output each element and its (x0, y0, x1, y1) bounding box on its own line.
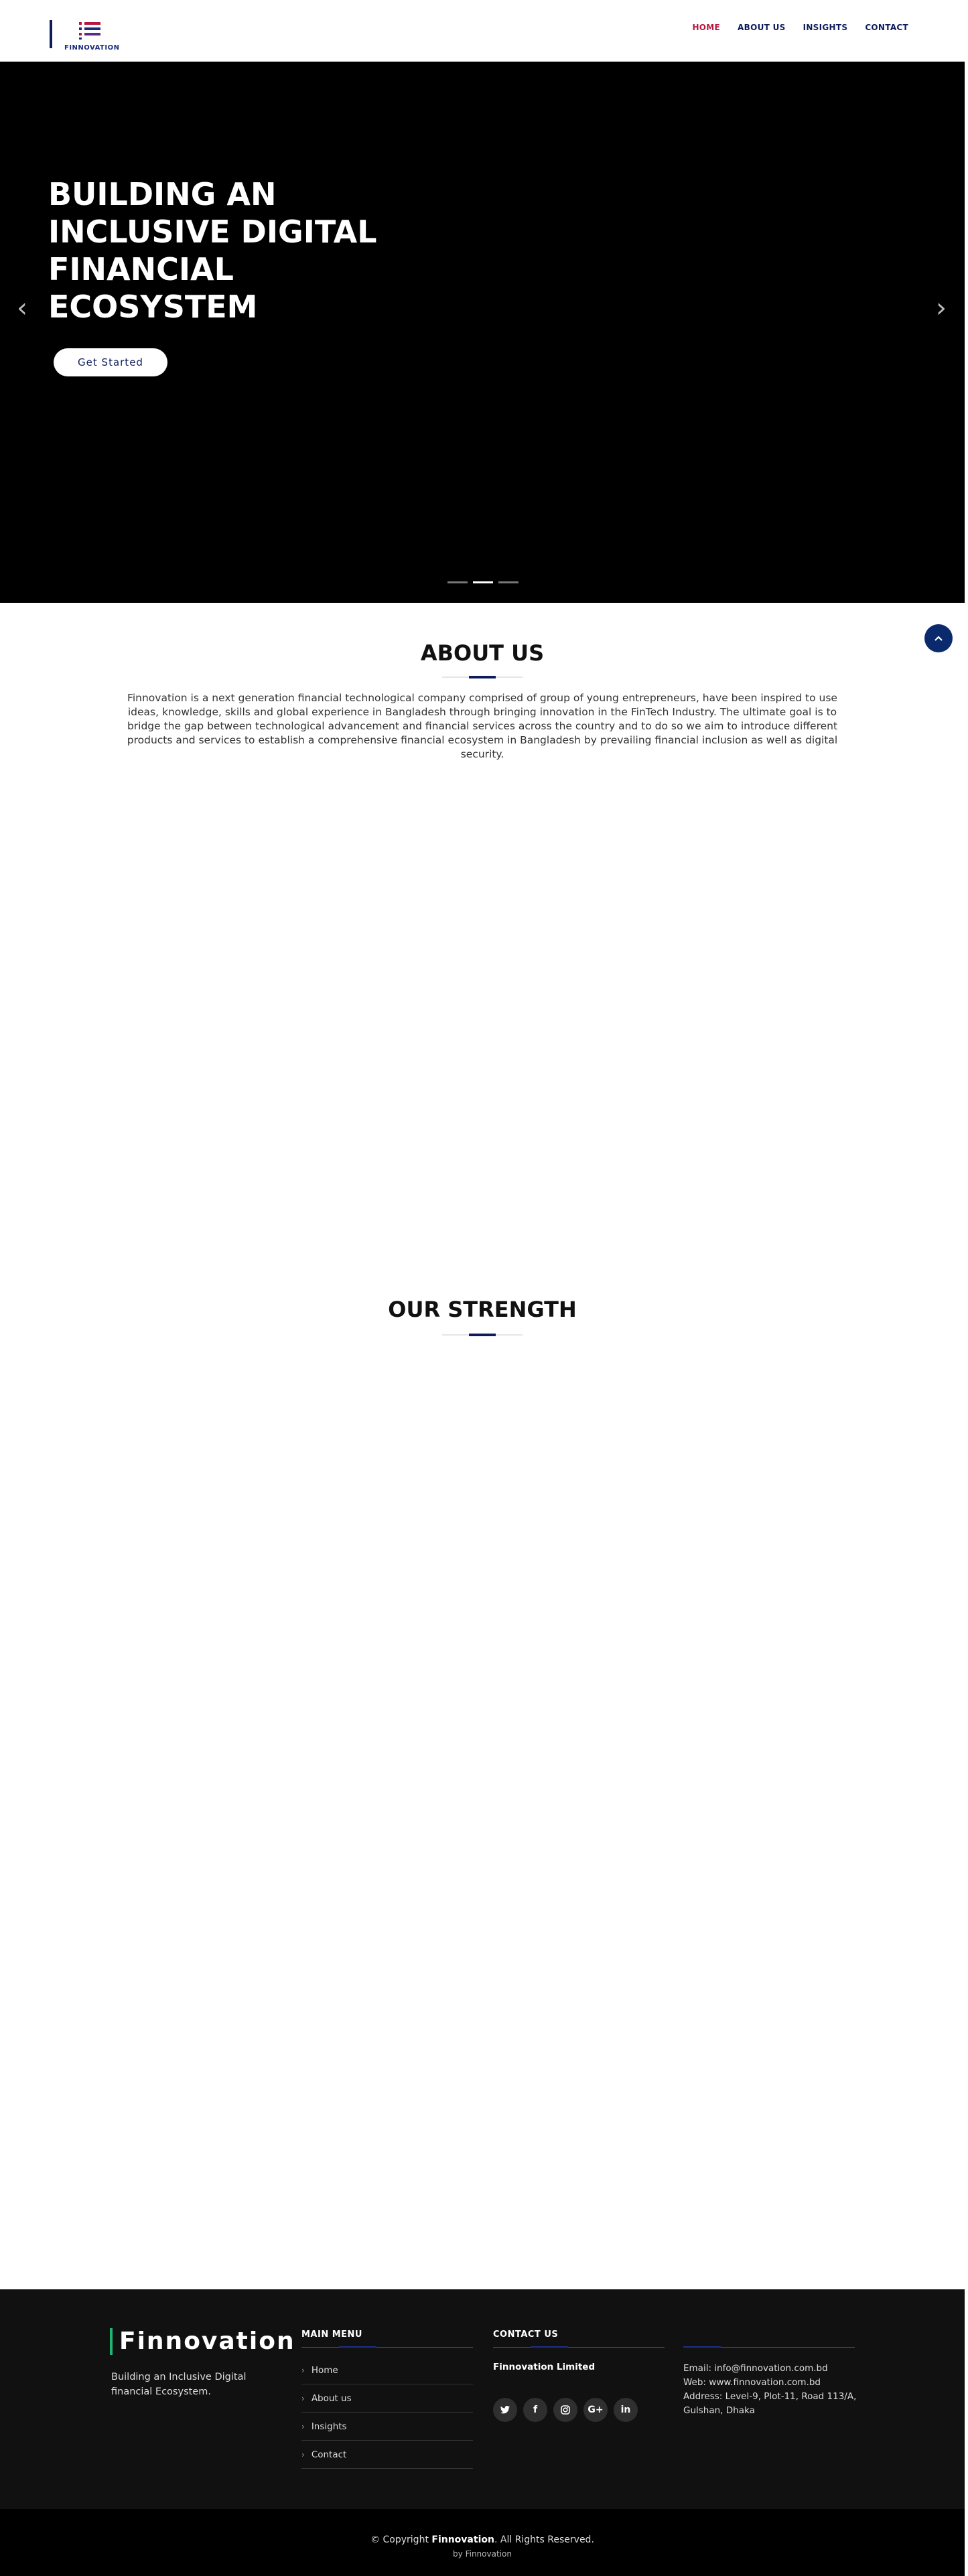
copyright-brand: Finnovation (431, 2534, 494, 2545)
site-header: FINNOVATION HOME ABOUT US INSIGHTS CONTA… (0, 0, 965, 62)
page: FINNOVATION HOME ABOUT US INSIGHTS CONTA… (0, 0, 968, 2576)
contact-us-title: CONTACT US (493, 2330, 559, 2340)
carousel-indicator-1[interactable] (447, 581, 468, 583)
copyright-suffix: . All Rights Reserved. (494, 2534, 594, 2545)
about-body: Finnovation is a next generation financi… (127, 692, 838, 760)
contact-us-title-line (493, 2346, 665, 2348)
hero-carousel: BUILDING AN INCLUSIVE DIGITAL FINANCIAL … (0, 62, 965, 652)
copyright-prefix: © Copyright (370, 2534, 432, 2545)
copyright-bar: © Copyright Finnovation. All Rights Rese… (0, 2509, 965, 2576)
chevron-left-icon[interactable]: ‹ (12, 295, 32, 321)
carousel-indicators (447, 581, 518, 583)
about-title-underline (442, 676, 523, 678)
scrollbar-gutter (965, 0, 968, 2576)
footer-menu-about-us[interactable]: › About us (301, 2384, 473, 2413)
footer-menu: › Home › About us › Insights › Contact (301, 2356, 473, 2469)
logo-mark-icon (79, 22, 100, 40)
company-name: Finnovation Limited (493, 2362, 596, 2372)
footer-menu-contact[interactable]: › Contact (301, 2441, 473, 2469)
logo-bar (50, 20, 52, 48)
contact-web[interactable]: Web: www.finnovation.com.bd (683, 2376, 871, 2390)
contact-email[interactable]: Email: info@finnovation.com.bd (683, 2362, 871, 2376)
hero-title: BUILDING AN INCLUSIVE DIGITAL FINANCIAL … (48, 176, 377, 325)
chevron-right-icon: › (301, 2421, 305, 2431)
main-menu-title-line (301, 2346, 473, 2348)
social-links: f G+ in (493, 2398, 638, 2422)
contact-details-line (683, 2346, 855, 2348)
facebook-icon[interactable]: f (523, 2398, 547, 2422)
main-menu-title: MAIN MENU (301, 2330, 362, 2340)
contact-details: Email: info@finnovation.com.bd Web: www.… (683, 2362, 871, 2418)
footer-menu-insights[interactable]: › Insights (301, 2413, 473, 2441)
strength-title: OUR STRENGTH (388, 1297, 577, 1322)
about-title: ABOUT US (420, 640, 545, 666)
site-footer: Finnovation Building an Inclusive Digita… (0, 2289, 965, 2509)
contact-address: Address: Level-9, Plot-11, Road 113/A, G… (683, 2391, 857, 2416)
strength-title-underline (442, 1334, 523, 1336)
footer-menu-label: Contact (311, 2449, 347, 2460)
carousel-indicator-3[interactable] (498, 581, 518, 583)
google-plus-icon[interactable]: G+ (583, 2398, 608, 2422)
get-started-button[interactable]: Get Started (54, 348, 167, 376)
chevron-right-icon[interactable]: › (931, 295, 951, 321)
footer-menu-home[interactable]: › Home (301, 2356, 473, 2384)
instagram-icon[interactable] (553, 2398, 577, 2422)
linkedin-icon[interactable]: in (614, 2398, 638, 2422)
by-line: by Finnovation (453, 2549, 512, 2559)
nav-contact[interactable]: CONTACT (865, 23, 908, 32)
footer-menu-label: Home (311, 2364, 338, 2376)
main-nav: HOME ABOUT US INSIGHTS CONTACT (692, 23, 908, 32)
chevron-right-icon: › (301, 2393, 305, 2403)
footer-menu-label: About us (311, 2392, 352, 2404)
twitter-icon[interactable] (493, 2398, 517, 2422)
chevron-right-icon: › (301, 2449, 305, 2459)
footer-menu-label: Insights (311, 2421, 347, 2432)
logo[interactable]: FINNOVATION (50, 19, 123, 54)
copyright-text: © Copyright Finnovation. All Rights Rese… (0, 2534, 965, 2545)
nav-insights[interactable]: INSIGHTS (803, 23, 848, 32)
nav-about-us[interactable]: ABOUT US (738, 23, 786, 32)
chevron-right-icon: › (301, 2365, 305, 2375)
footer-brand: Finnovation (110, 2328, 295, 2355)
footer-tagline: Building an Inclusive Digital financial … (111, 2372, 247, 2397)
logo-text: FINNOVATION (64, 44, 120, 52)
carousel-indicator-2[interactable] (473, 581, 493, 583)
nav-home[interactable]: HOME (692, 23, 720, 32)
